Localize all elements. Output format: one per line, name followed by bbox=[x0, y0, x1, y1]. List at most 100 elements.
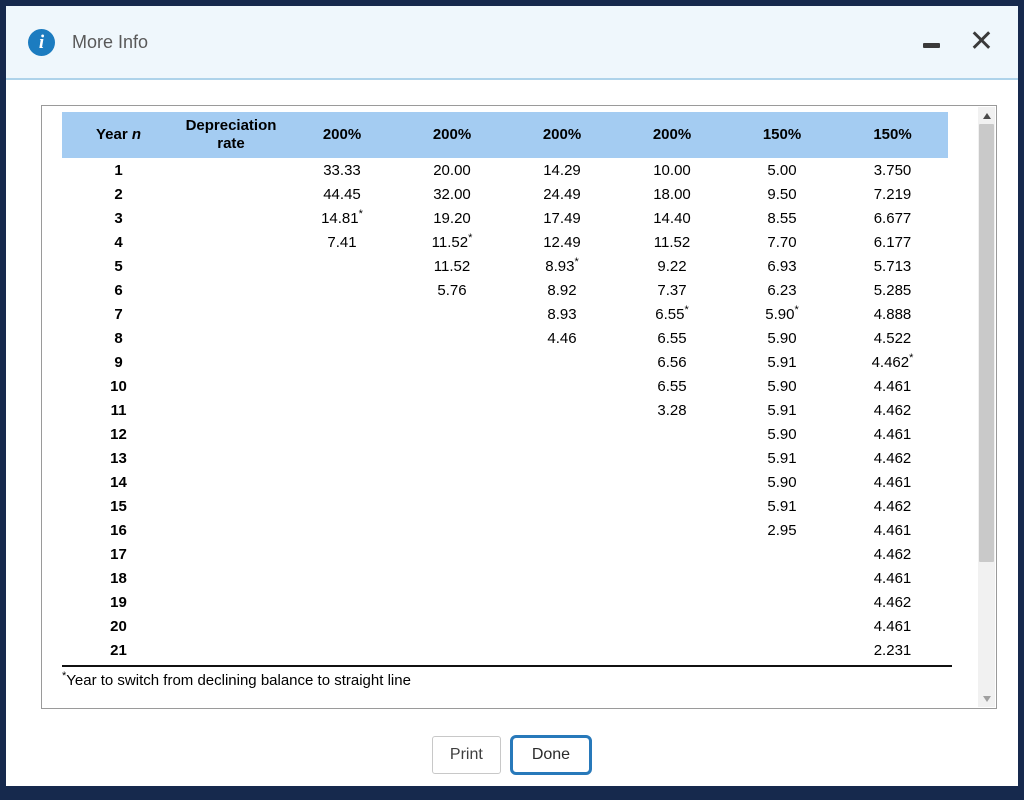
table-bottom-rule bbox=[62, 665, 952, 667]
value-cell bbox=[727, 590, 837, 614]
value-cell: 6.55* bbox=[655, 303, 689, 323]
scrollbar-thumb[interactable] bbox=[979, 124, 994, 562]
value-cell bbox=[287, 374, 397, 398]
depreciation-rate-cell bbox=[175, 206, 287, 230]
vertical-scrollbar[interactable] bbox=[978, 107, 995, 707]
year-cell: 9 bbox=[114, 353, 123, 371]
value-cell: 5.91 bbox=[767, 449, 797, 467]
year-cell: 7 bbox=[114, 305, 123, 323]
dialog-body: Year n Depreciation rate 200% 200% 200% … bbox=[6, 80, 1018, 786]
value-cell: 9.50 bbox=[767, 185, 797, 203]
header-rate-1: 200% bbox=[287, 112, 397, 158]
value-cell bbox=[617, 566, 727, 590]
year-cell: 14 bbox=[110, 473, 127, 491]
depreciation-rate-cell bbox=[175, 302, 287, 326]
value-cell: 4.462 bbox=[873, 545, 912, 563]
table-row: 12 5.90 4.461 bbox=[62, 422, 948, 446]
value-cell bbox=[727, 614, 837, 638]
value-cell: 5.285 bbox=[873, 281, 912, 299]
minimize-button[interactable] bbox=[921, 31, 943, 53]
header-rate-5: 150% bbox=[727, 112, 837, 158]
done-button[interactable]: Done bbox=[509, 735, 593, 775]
value-cell bbox=[287, 278, 397, 302]
year-cell: 5 bbox=[114, 257, 123, 275]
depreciation-rate-cell bbox=[175, 374, 287, 398]
value-cell bbox=[617, 542, 727, 566]
value-cell: 33.33 bbox=[323, 161, 361, 179]
value-cell: 14.29 bbox=[543, 161, 581, 179]
value-cell bbox=[287, 254, 397, 278]
value-cell: 6.56 bbox=[657, 353, 687, 371]
value-cell: 7.70 bbox=[767, 233, 797, 251]
header-depreciation-rate: Depreciation rate bbox=[175, 112, 287, 158]
depreciation-rate-cell bbox=[175, 422, 287, 446]
value-cell bbox=[287, 542, 397, 566]
depreciation-rate-cell bbox=[175, 350, 287, 374]
value-cell bbox=[617, 590, 727, 614]
scroll-down-button[interactable] bbox=[978, 690, 995, 707]
depreciation-table: Year n Depreciation rate 200% 200% 200% … bbox=[62, 112, 948, 662]
value-cell: 9.22 bbox=[657, 257, 687, 275]
value-cell bbox=[507, 470, 617, 494]
value-cell bbox=[287, 518, 397, 542]
header-rate-6: 150% bbox=[837, 112, 948, 158]
depreciation-rate-cell bbox=[175, 566, 287, 590]
value-cell: 20.00 bbox=[433, 161, 471, 179]
year-cell: 15 bbox=[110, 497, 127, 515]
year-cell: 19 bbox=[110, 593, 127, 611]
close-button[interactable]: ✕ bbox=[969, 27, 994, 57]
value-cell bbox=[397, 446, 507, 470]
titlebar-controls: ✕ bbox=[921, 27, 994, 57]
value-cell: 8.93 bbox=[547, 305, 577, 323]
minimize-icon bbox=[923, 43, 941, 48]
print-button[interactable]: Print bbox=[431, 736, 501, 774]
table-body: 1 33.33 20.00 14.29 10.00 5.00 3.750 2 44.45 32.0… bbox=[62, 158, 948, 662]
depreciation-rate-cell bbox=[175, 278, 287, 302]
more-info-dialog: i More Info ✕ Year n Depreciation rate 2… bbox=[0, 0, 1024, 800]
value-cell: 5.76 bbox=[437, 281, 467, 299]
year-cell: 16 bbox=[110, 521, 127, 539]
value-cell: 4.461 bbox=[873, 569, 912, 587]
value-cell bbox=[287, 494, 397, 518]
value-cell bbox=[287, 638, 397, 662]
table-row: 8 4.46 6.55 5.90 4.522 bbox=[62, 326, 948, 350]
header-rate-3: 200% bbox=[507, 112, 617, 158]
value-cell bbox=[727, 638, 837, 662]
value-cell: 7.219 bbox=[873, 185, 912, 203]
value-cell: 6.93 bbox=[767, 257, 797, 275]
table-row: 9 6.56 5.91 4.462* bbox=[62, 350, 948, 374]
table-row: 2 44.45 32.00 24.49 18.00 9.50 7.219 bbox=[62, 182, 948, 206]
value-cell bbox=[507, 374, 617, 398]
value-cell bbox=[287, 398, 397, 422]
table-row: 17 4.462 bbox=[62, 542, 948, 566]
depreciation-rate-cell bbox=[175, 518, 287, 542]
value-cell bbox=[397, 326, 507, 350]
value-cell bbox=[507, 398, 617, 422]
depreciation-rate-cell bbox=[175, 182, 287, 206]
table-row: 20 4.461 bbox=[62, 614, 948, 638]
value-cell: 4.462 bbox=[873, 401, 912, 419]
value-cell: 4.46 bbox=[547, 329, 577, 347]
table-row: 6 5.76 8.92 7.37 6.23 5.285 bbox=[62, 278, 948, 302]
dialog-button-row: Print Done bbox=[6, 735, 1018, 775]
value-cell bbox=[617, 422, 727, 446]
value-cell bbox=[397, 638, 507, 662]
value-cell: 19.20 bbox=[433, 209, 471, 227]
scroll-up-button[interactable] bbox=[978, 107, 995, 124]
year-cell: 13 bbox=[110, 449, 127, 467]
depreciation-rate-cell bbox=[175, 158, 287, 182]
table-row: 16 2.95 4.461 bbox=[62, 518, 948, 542]
value-cell: 4.462 bbox=[873, 449, 912, 467]
depreciation-rate-cell bbox=[175, 230, 287, 254]
value-cell bbox=[507, 494, 617, 518]
value-cell: 4.461 bbox=[873, 377, 912, 395]
value-cell: 5.91 bbox=[767, 401, 797, 419]
value-cell: 6.55 bbox=[657, 377, 687, 395]
depreciation-rate-cell bbox=[175, 470, 287, 494]
value-cell bbox=[287, 422, 397, 446]
dialog-title: More Info bbox=[72, 31, 149, 52]
value-cell: 5.90 bbox=[767, 425, 797, 443]
value-cell: 11.52 bbox=[653, 233, 691, 251]
year-cell: 2 bbox=[114, 185, 123, 203]
value-cell bbox=[397, 590, 507, 614]
